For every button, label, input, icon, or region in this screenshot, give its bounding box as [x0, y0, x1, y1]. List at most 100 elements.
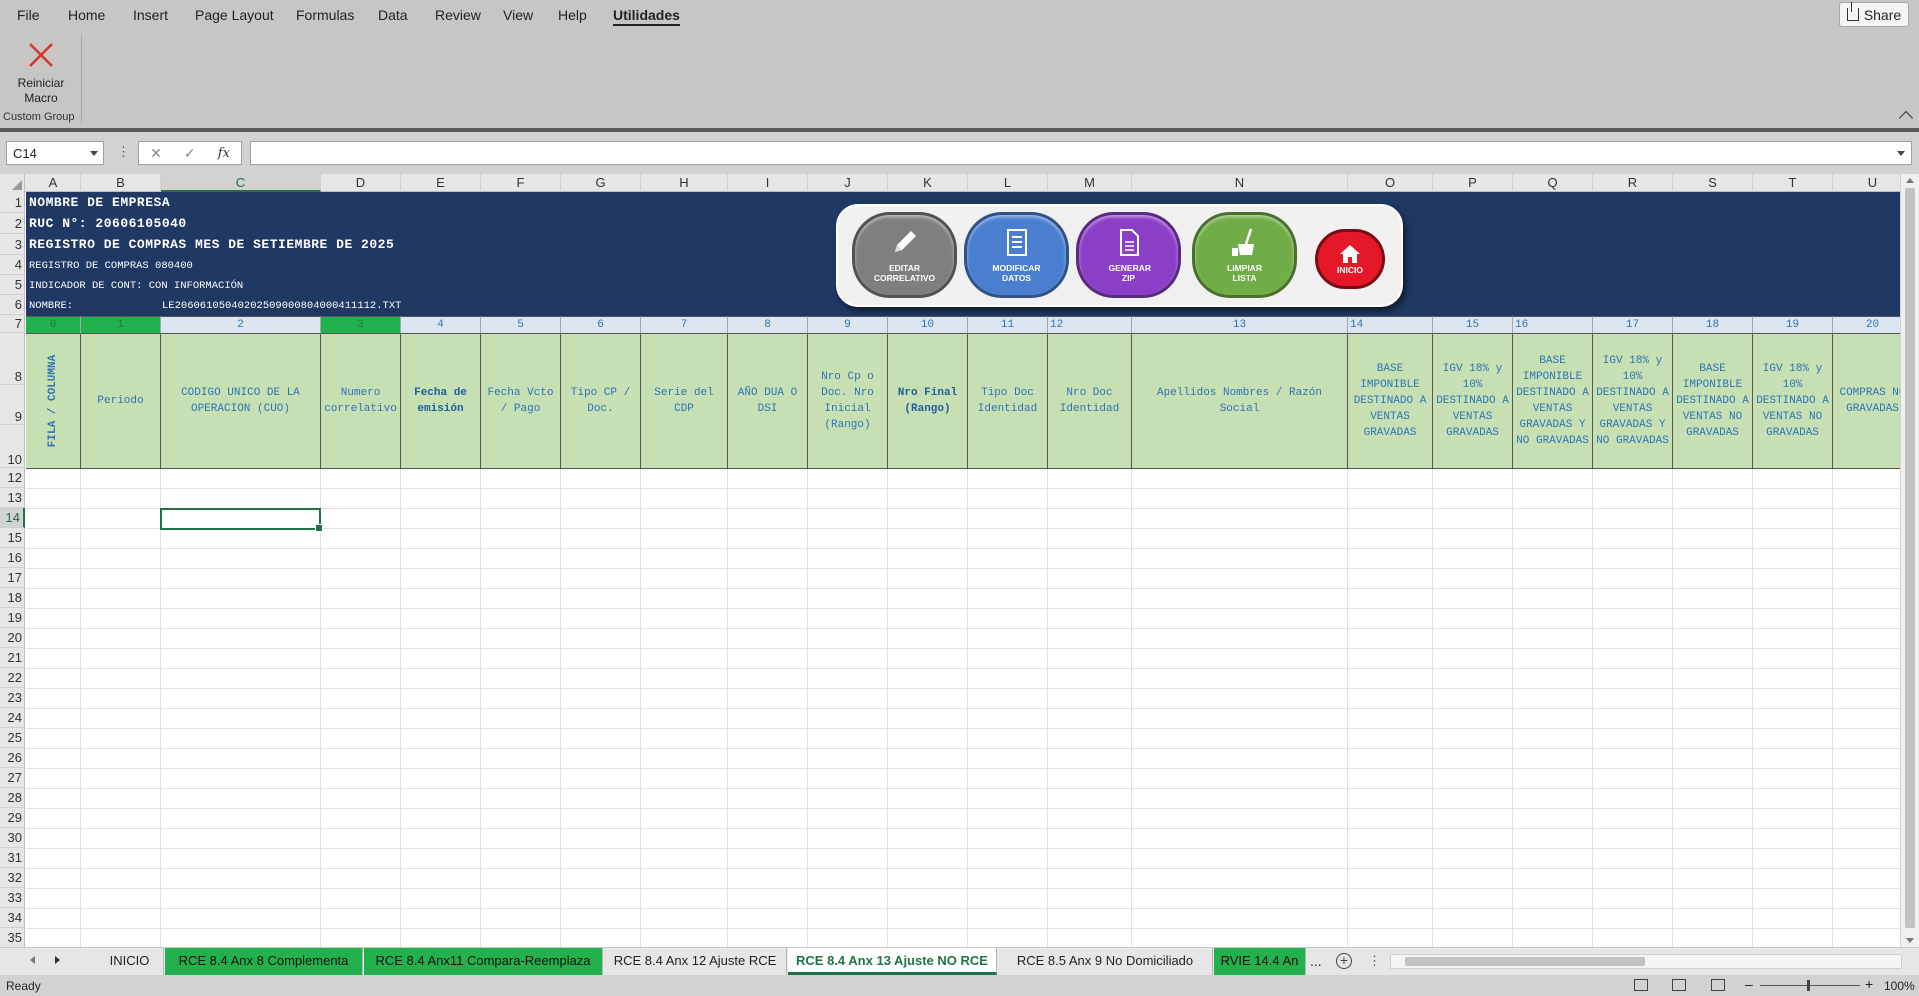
row-header-1[interactable]: 1 — [0, 192, 25, 213]
column-header-i[interactable]: I — [728, 174, 808, 192]
chevron-down-icon[interactable] — [90, 151, 98, 156]
more-options-icon[interactable]: ⋮ — [117, 144, 131, 160]
row-header-30[interactable]: 30 — [0, 828, 25, 848]
row-header-4[interactable]: 4 — [0, 255, 25, 275]
row-header-12[interactable]: 12 — [0, 468, 25, 488]
modificar-datos-button[interactable]: MODIFICAR DATOS — [964, 212, 1069, 298]
menu-help[interactable]: Help — [558, 7, 587, 23]
zoom-slider[interactable] — [1760, 985, 1860, 986]
insert-function-icon[interactable]: fx — [218, 146, 230, 161]
row-header-13[interactable]: 13 — [0, 488, 25, 508]
row-header-32[interactable]: 32 — [0, 868, 25, 888]
page-break-view-icon[interactable] — [1711, 979, 1725, 991]
header-cell-2[interactable]: CODIGO UNICO DE LA OPERACION (CUO) — [161, 334, 321, 469]
column-header-s[interactable]: S — [1673, 174, 1753, 192]
hscroll-thumb[interactable] — [1405, 957, 1645, 966]
row-header-21[interactable]: 21 — [0, 648, 25, 668]
sheet-tab-4[interactable]: RCE 8.4 Anx 13 Ajuste NO RCE — [788, 948, 997, 975]
row-header-17[interactable]: 17 — [0, 568, 25, 588]
horizontal-scrollbar[interactable] — [1390, 954, 1902, 969]
sheet-tab-1[interactable]: RCE 8.4 Anx 8 Complementa — [165, 948, 363, 975]
more-tabs-ellipsis[interactable]: ... — [1310, 953, 1322, 969]
sheet-tab-6[interactable]: RVIE 14.4 An — [1214, 948, 1306, 975]
header-cell-8[interactable]: AÑO DUA O DSI — [728, 334, 808, 469]
row-header-6[interactable]: 6 — [0, 295, 25, 315]
row-header-2[interactable]: 2 — [0, 213, 25, 234]
column-header-a[interactable]: A — [26, 174, 81, 192]
expand-formula-icon[interactable] — [1897, 151, 1905, 156]
menu-insert[interactable]: Insert — [133, 7, 168, 23]
column-header-h[interactable]: H — [641, 174, 728, 192]
inicio-button[interactable]: INICIO — [1315, 229, 1385, 289]
header-cell-6[interactable]: Tipo CP / Doc. — [561, 334, 641, 469]
header-cell-16[interactable]: BASE IMPONIBLE DESTINADO A VENTAS GRAVAD… — [1513, 334, 1593, 469]
prev-sheet-icon[interactable] — [30, 956, 35, 964]
row-header-8[interactable]: 8 — [0, 333, 25, 385]
next-sheet-icon[interactable] — [55, 956, 60, 964]
formula-input[interactable] — [250, 141, 1912, 165]
row-header-9[interactable]: 9 — [0, 385, 25, 425]
sheet-tab-0[interactable]: INICIO — [96, 948, 164, 975]
menu-formulas[interactable]: Formulas — [296, 7, 354, 23]
zoom-knob[interactable] — [1807, 980, 1810, 991]
row-header-15[interactable]: 15 — [0, 528, 25, 548]
header-cell-15[interactable]: IGV 18% y 10% DESTINADO A VENTAS GRAVADA… — [1433, 334, 1513, 469]
row-header-7[interactable]: 7 — [0, 315, 25, 333]
tab-options-icon[interactable]: ⋮ — [1368, 953, 1381, 969]
column-header-q[interactable]: Q — [1513, 174, 1593, 192]
cancel-icon[interactable]: ✕ — [150, 145, 162, 162]
menu-page-layout[interactable]: Page Layout — [195, 7, 274, 23]
zoom-in-icon[interactable]: + — [1865, 976, 1873, 992]
row-header-19[interactable]: 19 — [0, 608, 25, 628]
row-header-35[interactable]: 35 — [0, 928, 25, 948]
header-cell-18[interactable]: BASE IMPONIBLE DESTINADO A VENTAS NO GRA… — [1673, 334, 1753, 469]
row-header-10[interactable]: 10 — [0, 425, 25, 468]
row-header-33[interactable]: 33 — [0, 888, 25, 908]
row-header-26[interactable]: 26 — [0, 748, 25, 768]
column-header-d[interactable]: D — [321, 174, 401, 192]
limpiar-lista-button[interactable]: LIMPIAR LISTA — [1192, 212, 1297, 298]
row-header-20[interactable]: 20 — [0, 628, 25, 648]
sheet-tab-5[interactable]: RCE 8.5 Anx 9 No Domiciliado — [998, 948, 1213, 975]
row-header-16[interactable]: 16 — [0, 548, 25, 568]
menu-home[interactable]: Home — [68, 7, 105, 23]
column-header-t[interactable]: T — [1753, 174, 1833, 192]
zoom-out-icon[interactable]: – — [1745, 976, 1753, 992]
column-header-p[interactable]: P — [1433, 174, 1513, 192]
check-icon[interactable]: ✓ — [184, 145, 196, 162]
normal-view-icon[interactable] — [1634, 979, 1648, 991]
row-header-5[interactable]: 5 — [0, 275, 25, 295]
row-header-23[interactable]: 23 — [0, 688, 25, 708]
column-header-n[interactable]: N — [1132, 174, 1348, 192]
header-cell-4[interactable]: Fecha de emisión — [401, 334, 481, 469]
row-header-22[interactable]: 22 — [0, 668, 25, 688]
sheet-tab-2[interactable]: RCE 8.4 Anx11 Compara-Reemplaza — [364, 948, 603, 975]
scroll-down-icon[interactable] — [1906, 938, 1914, 943]
row-header-31[interactable]: 31 — [0, 848, 25, 868]
row-header-27[interactable]: 27 — [0, 768, 25, 788]
sheet-tab-3[interactable]: RCE 8.4 Anx 12 Ajuste RCE — [604, 948, 787, 975]
header-cell-17[interactable]: IGV 18% y 10% DESTINADO A VENTAS GRAVADA… — [1593, 334, 1673, 469]
page-layout-view-icon[interactable] — [1672, 979, 1686, 991]
column-header-l[interactable]: L — [968, 174, 1048, 192]
selected-cell-c14[interactable] — [160, 508, 323, 532]
column-header-g[interactable]: G — [561, 174, 641, 192]
header-cell-19[interactable]: IGV 18% y 10% DESTINADO A VENTAS NO GRAV… — [1753, 334, 1833, 469]
column-header-c[interactable]: C — [161, 174, 321, 192]
menu-utilidades[interactable]: Utilidades — [613, 7, 680, 26]
column-header-f[interactable]: F — [481, 174, 561, 192]
menu-review[interactable]: Review — [435, 7, 481, 23]
select-all-corner[interactable] — [0, 174, 25, 192]
collapse-ribbon-icon[interactable] — [1898, 110, 1914, 126]
header-cell-12[interactable]: Nro Doc Identidad — [1048, 334, 1132, 469]
menu-view[interactable]: View — [503, 7, 533, 23]
vertical-scrollbar[interactable] — [1900, 174, 1919, 947]
zoom-level[interactable]: 100% — [1884, 979, 1915, 993]
scroll-thumb[interactable] — [1905, 188, 1915, 928]
column-header-r[interactable]: R — [1593, 174, 1673, 192]
editar-correlativo-button[interactable]: EDITAR CORRELATIVO — [852, 212, 957, 298]
generar-zip-button[interactable]: GENERAR ZIP — [1076, 212, 1181, 298]
menu-data[interactable]: Data — [378, 7, 408, 23]
row-header-18[interactable]: 18 — [0, 588, 25, 608]
column-header-e[interactable]: E — [401, 174, 481, 192]
